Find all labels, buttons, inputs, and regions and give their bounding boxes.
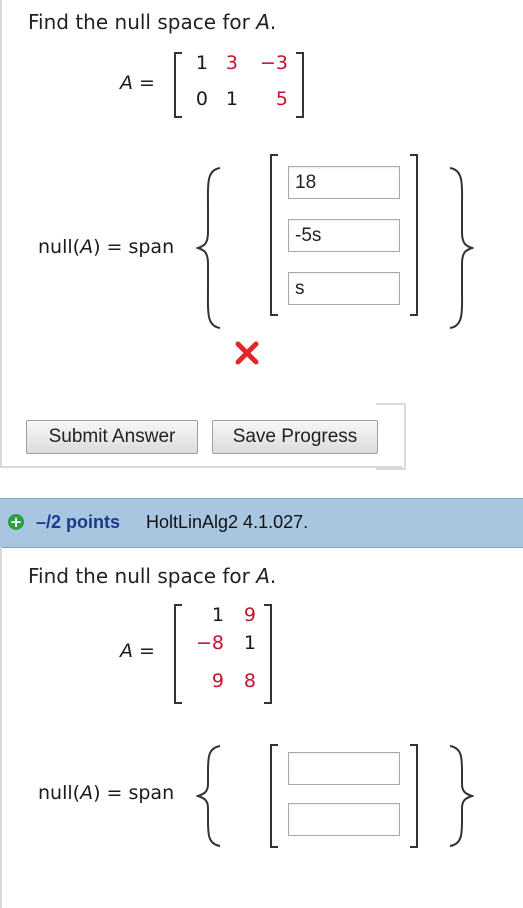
question-id: HoltLinAlg2 4.1.027. <box>146 512 309 532</box>
matrix-left-bracket <box>174 52 182 118</box>
matrix-cell: 3 <box>225 52 238 74</box>
null-label-suffix: ) = span <box>93 236 175 258</box>
plus-circle-icon[interactable]: + <box>8 514 24 530</box>
left-brace <box>196 745 221 847</box>
matrix-cell: 5 <box>275 88 288 110</box>
matrix-right-bracket <box>296 52 304 118</box>
matrix-left-bracket <box>174 604 182 704</box>
matrix-right-bracket <box>264 604 272 704</box>
matrix-cell: 0 <box>195 88 208 110</box>
answer-field-1[interactable] <box>288 166 400 199</box>
matrix-label-text: A = <box>120 640 155 662</box>
matrix-cell: 9 <box>243 604 256 626</box>
question-1-prompt: Find the null space for A. <box>28 10 276 34</box>
matrix-cell: 9 <box>211 670 224 692</box>
matrix-label-text: A = <box>120 72 155 94</box>
question-2-prompt: Find the null space for A. <box>28 564 276 588</box>
matrix-cell: 8 <box>243 670 256 692</box>
prompt-text: Find the null space for <box>28 10 257 34</box>
null-space-label: null(A) = span <box>38 236 174 258</box>
answer-field-2[interactable] <box>288 803 400 836</box>
matrix-cell: −3 <box>259 52 288 74</box>
matrix-cell: 1 <box>211 604 224 626</box>
vector-left-bracket <box>270 744 278 848</box>
prompt-variable: A <box>256 10 270 34</box>
matrix-cell: 1 <box>195 52 208 74</box>
null-label-var: A <box>80 782 94 804</box>
x-mark-icon <box>235 341 259 365</box>
matrix-label: A = <box>120 640 155 662</box>
right-brace <box>449 745 474 847</box>
answer-field-3[interactable] <box>288 272 400 305</box>
null-label-suffix: ) = span <box>93 782 175 804</box>
prompt-suffix: . <box>269 10 277 34</box>
question-1-panel-right <box>376 403 406 470</box>
null-space-label: null(A) = span <box>38 782 174 804</box>
null-label-var: A <box>80 236 94 258</box>
vector-right-bracket <box>410 744 418 848</box>
vector-left-bracket <box>270 154 278 316</box>
question-2-panel <box>0 547 523 908</box>
left-brace <box>196 167 221 329</box>
answer-field-1[interactable] <box>288 752 400 785</box>
null-label-prefix: null( <box>38 782 81 804</box>
matrix-cell: −8 <box>195 632 224 654</box>
answer-field-2[interactable] <box>288 219 400 252</box>
prompt-text: Find the null space for <box>28 564 257 588</box>
matrix-label: A = <box>120 72 155 94</box>
prompt-suffix: . <box>269 564 277 588</box>
right-brace <box>449 167 474 329</box>
matrix-cell: 1 <box>243 632 256 654</box>
points-label: –/2 points <box>36 512 121 532</box>
prompt-variable: A <box>256 564 270 588</box>
null-label-prefix: null( <box>38 236 81 258</box>
matrix-cell: 1 <box>225 88 238 110</box>
save-progress-button[interactable]: Save Progress <box>212 420 378 454</box>
vector-right-bracket <box>410 154 418 316</box>
submit-answer-button[interactable]: Submit Answer <box>26 420 198 454</box>
